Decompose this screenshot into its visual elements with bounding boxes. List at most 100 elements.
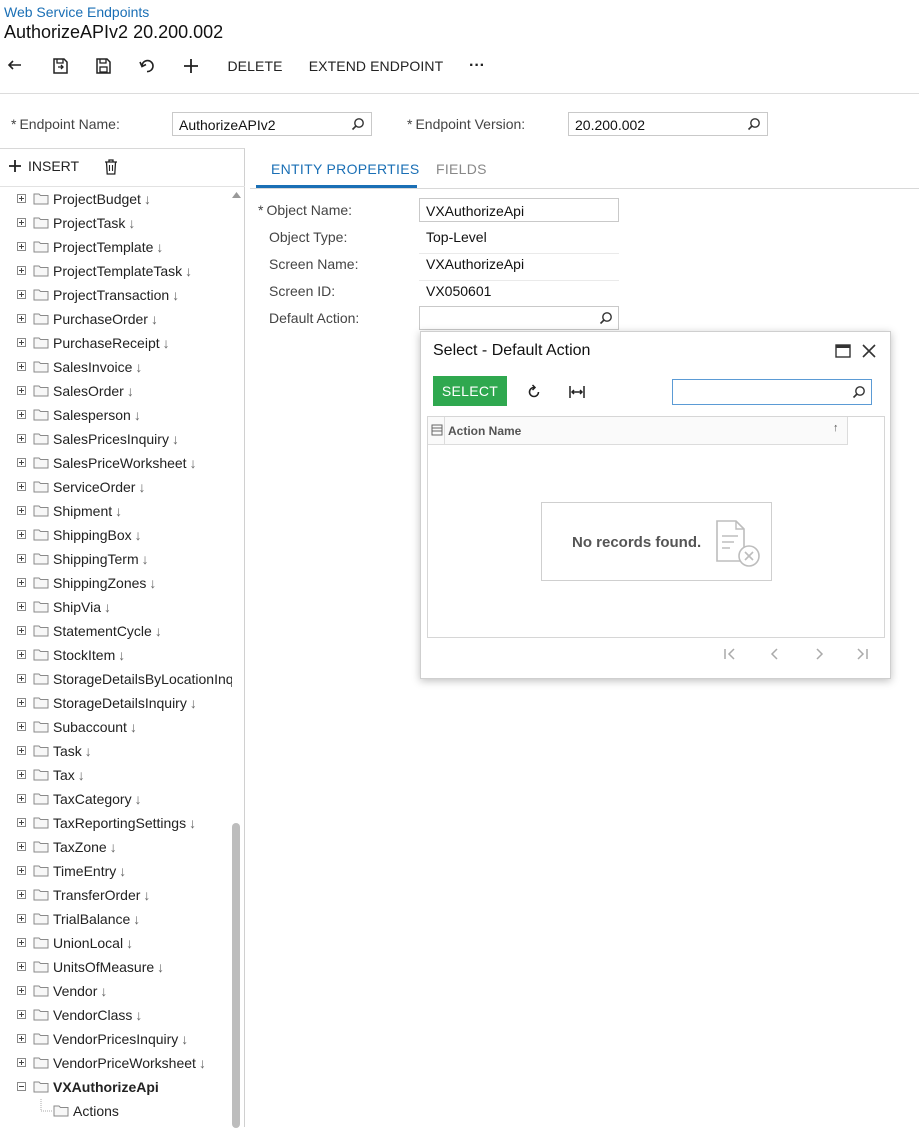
expand-icon[interactable] (17, 626, 26, 635)
expand-icon[interactable] (17, 1058, 26, 1067)
tree-item[interactable]: ServiceOrder ↓ (0, 475, 232, 499)
tree-item[interactable]: TrialBalance ↓ (0, 907, 232, 931)
expand-icon[interactable] (17, 530, 26, 539)
expand-icon[interactable] (17, 602, 26, 611)
expand-icon[interactable] (17, 986, 26, 995)
expand-icon[interactable] (17, 794, 26, 803)
expand-icon[interactable] (17, 482, 26, 491)
expand-icon[interactable] (17, 218, 26, 227)
collapse-icon[interactable] (17, 1082, 26, 1091)
expand-icon[interactable] (17, 818, 26, 827)
expand-icon[interactable] (17, 938, 26, 947)
expand-icon[interactable] (17, 554, 26, 563)
expand-icon[interactable] (17, 290, 26, 299)
column-settings-icon[interactable] (431, 424, 443, 436)
tree-item[interactable]: TransferOrder ↓ (0, 883, 232, 907)
tree-item[interactable]: SalesOrder ↓ (0, 379, 232, 403)
expand-icon[interactable] (17, 434, 26, 443)
tree-item[interactable]: ShippingBox ↓ (0, 523, 232, 547)
tree-item[interactable]: VendorPriceWorksheet ↓ (0, 1051, 232, 1075)
tree-item[interactable]: ProjectBudget ↓ (0, 187, 232, 211)
column-header-action-name[interactable]: Action Name (448, 424, 521, 438)
tree-child-item[interactable]: Actions (0, 1099, 232, 1123)
delete-row-button[interactable] (104, 159, 118, 178)
tree-item[interactable]: UnionLocal ↓ (0, 931, 232, 955)
scroll-up-icon[interactable] (232, 191, 241, 198)
default-action-selector[interactable] (419, 306, 619, 330)
tree-item[interactable]: TaxReportingSettings ↓ (0, 811, 232, 835)
expand-icon[interactable] (17, 650, 26, 659)
tree-item[interactable]: VendorPricesInquiry ↓ (0, 1027, 232, 1051)
breadcrumb[interactable]: Web Service Endpoints (4, 4, 149, 20)
expand-icon[interactable] (17, 266, 26, 275)
close-icon[interactable] (861, 343, 877, 359)
tree-item[interactable]: PurchaseReceipt ↓ (0, 331, 232, 355)
tree-item[interactable]: Shipment ↓ (0, 499, 232, 523)
expand-icon[interactable] (17, 578, 26, 587)
endpoint-version-selector[interactable]: 20.200.002 (568, 112, 768, 136)
last-page-icon[interactable] (854, 646, 870, 662)
tree-item[interactable]: StockItem ↓ (0, 643, 232, 667)
tree-item[interactable]: ShippingZones ↓ (0, 571, 232, 595)
tree-item[interactable]: ProjectTemplateTask ↓ (0, 259, 232, 283)
expand-icon[interactable] (17, 914, 26, 923)
endpoint-name-selector[interactable]: AuthorizeAPIv2 (172, 112, 372, 136)
maximize-icon[interactable] (835, 344, 851, 358)
tree-item[interactable]: StorageDetailsByLocationInquiry↓ (0, 667, 232, 691)
search-icon[interactable] (599, 311, 613, 325)
expand-icon[interactable] (17, 410, 26, 419)
object-name-input[interactable]: VXAuthorizeApi (419, 198, 619, 222)
expand-icon[interactable] (17, 506, 26, 515)
expand-icon[interactable] (17, 746, 26, 755)
tree-item[interactable]: ProjectTransaction ↓ (0, 283, 232, 307)
search-icon[interactable] (747, 117, 761, 131)
tree-item[interactable]: PurchaseOrder ↓ (0, 307, 232, 331)
tab-fields[interactable]: FIELDS (436, 161, 487, 177)
tree-item[interactable]: StorageDetailsInquiry ↓ (0, 691, 232, 715)
tree-item[interactable]: UnitsOfMeasure ↓ (0, 955, 232, 979)
sort-ascending-icon[interactable]: ↑ (833, 422, 839, 434)
expand-icon[interactable] (17, 962, 26, 971)
expand-icon[interactable] (17, 314, 26, 323)
tree-item[interactable]: Task ↓ (0, 739, 232, 763)
previous-page-icon[interactable] (767, 646, 783, 662)
dialog-search-input[interactable] (672, 379, 872, 405)
expand-icon[interactable] (17, 242, 26, 251)
tree-item[interactable]: Salesperson ↓ (0, 403, 232, 427)
expand-icon[interactable] (17, 386, 26, 395)
tree-item[interactable]: StatementCycle ↓ (0, 619, 232, 643)
tree-item[interactable]: TaxZone ↓ (0, 835, 232, 859)
expand-icon[interactable] (17, 866, 26, 875)
expand-icon[interactable] (17, 890, 26, 899)
expand-icon[interactable] (17, 338, 26, 347)
tree-item-expanded[interactable]: VXAuthorizeApi (0, 1075, 232, 1099)
tab-entity-properties[interactable]: ENTITY PROPERTIES (271, 161, 420, 177)
expand-icon[interactable] (17, 674, 26, 683)
back-button[interactable] (4, 52, 26, 80)
add-button[interactable] (180, 52, 202, 80)
insert-button[interactable]: INSERT (8, 158, 79, 174)
delete-button[interactable]: DELETE (224, 52, 286, 80)
tree-scrollbar[interactable] (232, 187, 244, 1128)
tree-item[interactable]: TimeEntry ↓ (0, 859, 232, 883)
tree-item[interactable]: ProjectTask ↓ (0, 211, 232, 235)
tree-item[interactable]: Tax ↓ (0, 763, 232, 787)
first-page-icon[interactable] (722, 646, 738, 662)
tree-item[interactable]: SalesPricesInquiry ↓ (0, 427, 232, 451)
search-icon[interactable] (852, 385, 866, 399)
expand-icon[interactable] (17, 770, 26, 779)
expand-icon[interactable] (17, 458, 26, 467)
search-icon[interactable] (351, 117, 365, 131)
expand-icon[interactable] (17, 1010, 26, 1019)
save-button[interactable] (92, 52, 114, 80)
expand-icon[interactable] (17, 362, 26, 371)
tree-item[interactable]: VendorClass ↓ (0, 1003, 232, 1027)
expand-icon[interactable] (17, 722, 26, 731)
tree-item[interactable]: Vendor ↓ (0, 979, 232, 1003)
more-menu-button[interactable]: ··· (464, 52, 490, 80)
tree-item[interactable]: Subaccount ↓ (0, 715, 232, 739)
tree-item[interactable]: SalesInvoice ↓ (0, 355, 232, 379)
tree-item[interactable]: ShippingTerm ↓ (0, 547, 232, 571)
expand-icon[interactable] (17, 842, 26, 851)
extend-endpoint-button[interactable]: EXTEND ENDPOINT (306, 52, 446, 80)
